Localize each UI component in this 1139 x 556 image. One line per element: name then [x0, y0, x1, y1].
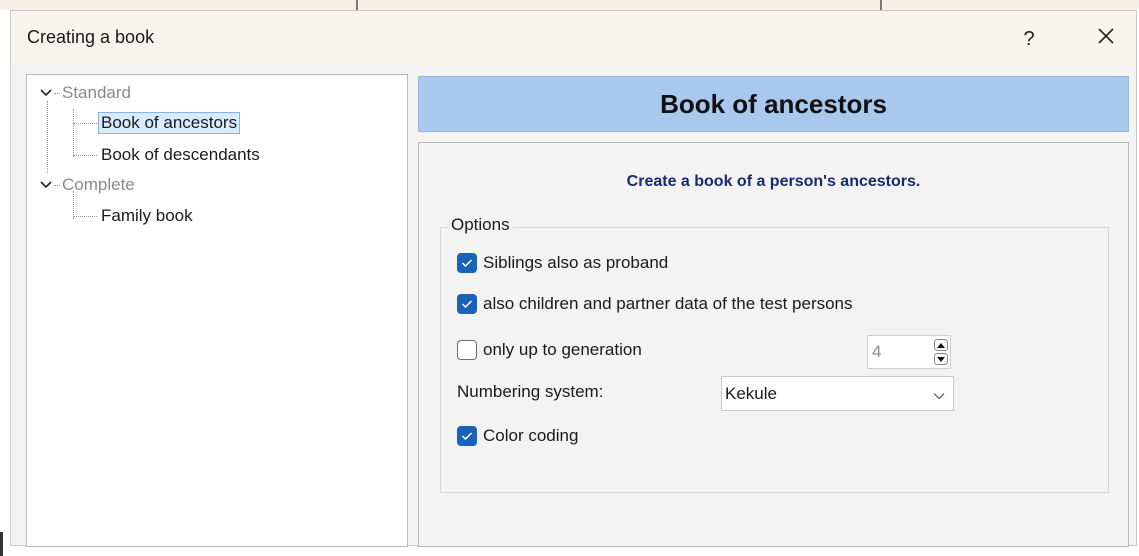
options-panel: Create a book of a person's ancestors. O…	[418, 142, 1129, 547]
arrow-down-icon	[937, 356, 945, 362]
tree-group-standard[interactable]: Standard	[39, 80, 131, 106]
tree-connector	[54, 184, 60, 186]
children-partner-data-option[interactable]: also children and partner data of the te…	[457, 294, 853, 314]
option-label: also children and partner data of the te…	[483, 294, 853, 313]
tree-connector	[54, 92, 60, 94]
option-label: Siblings also as proband	[483, 253, 669, 272]
background-window-strip	[0, 0, 1139, 10]
creating-book-dialog: Creating a book ? Standard Book of ances…	[10, 10, 1137, 547]
option-label: Color coding	[483, 426, 579, 445]
background-divider	[356, 0, 358, 10]
dialog-title: Creating a book	[27, 27, 155, 47]
title-bar: Creating a book ?	[11, 11, 1136, 66]
option-label: only up to generation	[483, 340, 642, 359]
tree-item-family-book[interactable]: Family book	[73, 203, 196, 229]
tree-item-label: Book of ancestors	[98, 112, 241, 134]
arrow-up-icon	[937, 342, 945, 348]
tree-item-book-of-descendants[interactable]: Book of descendants	[73, 142, 263, 168]
help-button[interactable]: ?	[1006, 17, 1052, 61]
options-group-title: Options	[448, 215, 513, 235]
tree-connector	[73, 122, 97, 124]
close-icon	[1097, 27, 1115, 51]
children-partner-data-checkbox[interactable]	[457, 294, 477, 314]
tree-connector	[47, 101, 48, 173]
numbering-system-value: Kekule	[725, 384, 777, 403]
panel-header: Book of ancestors	[418, 76, 1129, 132]
color-coding-option[interactable]: Color coding	[457, 426, 578, 446]
chevron-down-icon	[933, 387, 945, 405]
spin-buttons	[934, 339, 948, 365]
panel-header-title: Book of ancestors	[660, 88, 887, 119]
tree-item-book-of-ancestors[interactable]: Book of ancestors	[73, 110, 241, 136]
spin-up-button[interactable]	[934, 339, 948, 351]
background-window-left	[0, 10, 10, 556]
only-up-to-generation-checkbox[interactable]	[457, 340, 477, 360]
tree-item-label: Book of descendants	[101, 145, 260, 164]
color-coding-checkbox[interactable]	[457, 426, 477, 446]
only-up-to-generation-option[interactable]: only up to generation	[457, 340, 642, 360]
tree-connector	[73, 215, 97, 217]
tree-group-label: Complete	[62, 175, 135, 194]
tree-item-label: Family book	[101, 206, 193, 225]
chevron-down-icon[interactable]	[39, 178, 53, 192]
book-type-tree[interactable]: Standard Book of ancestors Book of desce…	[26, 74, 408, 547]
background-divider	[880, 0, 882, 10]
panel-description: Create a book of a person's ancestors.	[626, 173, 921, 190]
tree-group-label: Standard	[62, 83, 131, 102]
close-button[interactable]	[1083, 17, 1129, 61]
tree-connector	[73, 154, 97, 156]
options-groupbox: Options Siblings also as proband also ch…	[440, 215, 1109, 493]
numbering-system-label: Numbering system:	[457, 382, 604, 401]
generation-spinbox[interactable]: 4	[867, 335, 951, 369]
generation-value[interactable]: 4	[872, 342, 881, 362]
chevron-down-icon[interactable]	[39, 86, 53, 100]
siblings-as-proband-option[interactable]: Siblings also as proband	[457, 253, 668, 273]
checkmark-icon	[461, 259, 473, 268]
background-edge-mark	[0, 532, 3, 556]
tree-group-complete[interactable]: Complete	[39, 172, 135, 198]
numbering-system-select[interactable]: Kekule	[721, 376, 954, 411]
siblings-as-proband-checkbox[interactable]	[457, 253, 477, 273]
help-icon: ?	[1023, 27, 1035, 50]
spin-down-button[interactable]	[934, 353, 948, 365]
checkmark-icon	[461, 432, 473, 441]
checkmark-icon	[461, 300, 473, 309]
